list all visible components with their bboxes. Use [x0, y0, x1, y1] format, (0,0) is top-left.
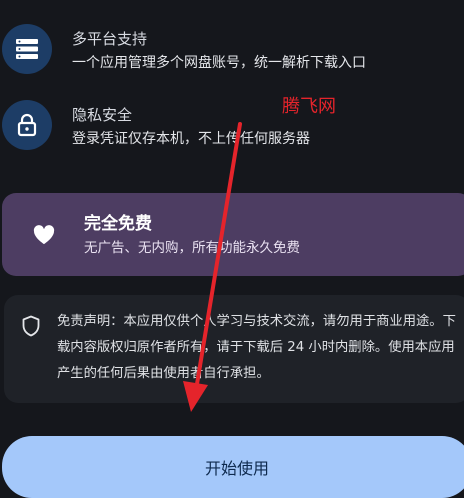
free-card-description: 无广告、无内购，所有功能永久免费 [84, 240, 300, 256]
watermark-text: 腾飞网 [282, 96, 336, 117]
feature-icon-circle [2, 24, 52, 74]
feature-multi-platform: 多平台支持 一个应用管理多个网盘账号，统一解析下载入口 [0, 0, 464, 90]
feature-icon-circle [2, 100, 52, 150]
free-card-title: 完全免费 [84, 214, 152, 234]
shield-icon [22, 315, 40, 337]
heart-icon-wrap [22, 215, 66, 255]
heart-icon [33, 225, 55, 245]
feature-title: 隐私安全 [72, 106, 133, 124]
feature-description: 登录凭证仅存本机，不上传任何服务器 [72, 131, 310, 147]
start-button-label: 开始使用 [204, 459, 269, 478]
disclaimer-card: 免责声明：本应用仅供个人学习与技术交流，请勿用于商业用途。下载内容版权归原作者所… [4, 295, 464, 403]
lock-icon [17, 113, 37, 137]
server-icon [16, 39, 38, 59]
feature-description: 一个应用管理多个网盘账号，统一解析下载入口 [72, 55, 366, 71]
start-button[interactable]: 开始使用 [2, 436, 464, 498]
disclaimer-text: 免责声明：本应用仅供个人学习与技术交流，请勿用于商业用途。下载内容版权归原作者所… [57, 314, 456, 381]
feature-title: 多平台支持 [72, 30, 148, 48]
feature-privacy: 隐私安全 登录凭证仅存本机，不上传任何服务器 [0, 90, 464, 170]
free-card: 完全免费 无广告、无内购，所有功能永久免费 [2, 193, 464, 276]
